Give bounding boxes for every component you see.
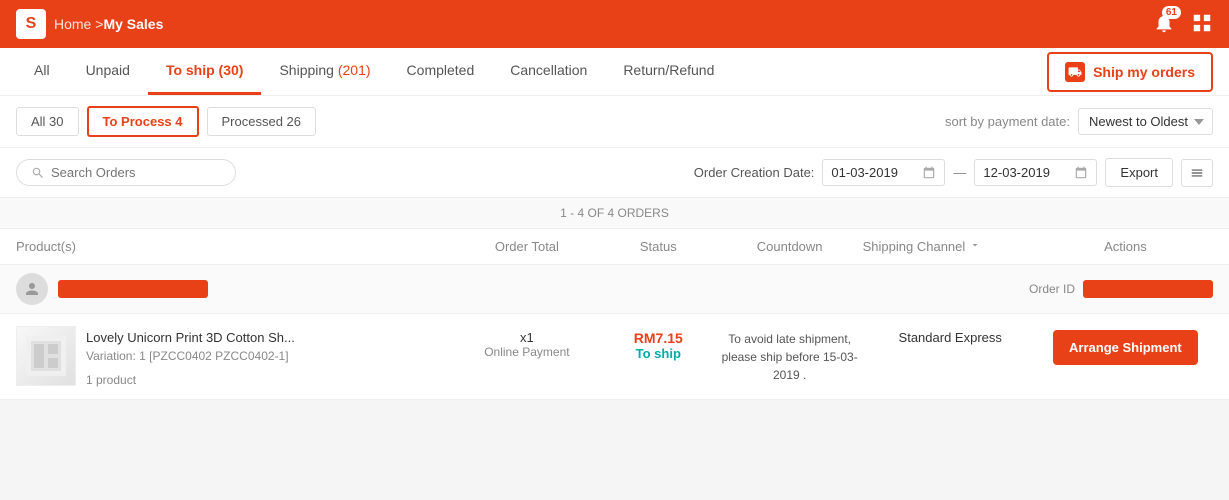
col-header-total: Order Total	[454, 239, 600, 254]
header-right: 61	[1153, 12, 1213, 37]
calendar-icon-to	[1074, 166, 1088, 180]
tab-refund[interactable]: Return/Refund	[605, 48, 732, 95]
tab-shipping[interactable]: Shipping (201)	[261, 48, 388, 95]
tab-cancellation[interactable]: Cancellation	[492, 48, 605, 95]
export-button[interactable]: Export	[1105, 158, 1173, 187]
sub-tabs-bar: All 30 To Process 4 Processed 26 sort by…	[0, 96, 1229, 148]
payment-type: Online Payment	[484, 345, 569, 359]
tab-completed[interactable]: Completed	[389, 48, 493, 95]
order-id-value	[1083, 280, 1213, 298]
header-left: S Home >My Sales	[16, 9, 163, 39]
notification-count: 61	[1162, 6, 1181, 19]
col-header-shipping: Shipping Channel	[863, 239, 1038, 254]
list-view-button[interactable]	[1181, 159, 1213, 187]
price-value: RM7.15	[634, 330, 683, 346]
product-name: Lovely Unicorn Print 3D Cotton Sh...	[86, 330, 295, 345]
calendar-icon-from	[922, 166, 936, 180]
grid-menu[interactable]	[1191, 12, 1213, 37]
date-right: Order Creation Date: — Export	[694, 158, 1213, 187]
order-row: Order ID Lovely Unicorn Print 3D Cotton …	[0, 265, 1229, 400]
total-column: x1 Online Payment	[454, 326, 600, 359]
shipping-column: Standard Express	[863, 326, 1038, 345]
table-header: Product(s) Order Total Status Countdown …	[0, 229, 1229, 265]
countdown-column: To avoid late shipment, please ship befo…	[717, 326, 863, 384]
product-info: Lovely Unicorn Print 3D Cotton Sh... Var…	[86, 326, 295, 387]
ship-icon	[1065, 62, 1085, 82]
shipping-sort-icon[interactable]	[969, 239, 981, 254]
orders-count-bar: 1 - 4 OF 4 ORDERS	[0, 198, 1229, 229]
arrange-shipment-button[interactable]: Arrange Shipment	[1053, 330, 1198, 365]
product-column: Lovely Unicorn Print 3D Cotton Sh... Var…	[16, 326, 454, 387]
breadcrumb: Home >My Sales	[54, 16, 163, 32]
seller-name-placeholder	[58, 280, 208, 298]
order-id-label: Order ID	[1029, 282, 1075, 296]
person-icon	[23, 280, 41, 298]
sort-select[interactable]: Newest to Oldest Oldest to Newest	[1078, 108, 1213, 135]
date-to-wrap	[974, 159, 1097, 186]
date-label: Order Creation Date:	[694, 165, 815, 180]
header: S Home >My Sales 61	[0, 0, 1229, 48]
order-row-content: Lovely Unicorn Print 3D Cotton Sh... Var…	[0, 314, 1229, 399]
grid-icon	[1191, 12, 1213, 34]
product-variation: Variation: 1 [PZCC0402 PZCC0402-1]	[86, 349, 295, 363]
sub-tabs-list: All 30 To Process 4 Processed 26	[16, 106, 316, 137]
ship-my-orders-button[interactable]: Ship my orders	[1047, 52, 1213, 92]
shipping-channel: Standard Express	[899, 330, 1002, 345]
orders-count-text: 1 - 4 OF 4 ORDERS	[560, 206, 669, 220]
sort-label: sort by payment date:	[945, 114, 1070, 129]
sub-tab-processed[interactable]: Processed 26	[207, 107, 317, 136]
notification-bell[interactable]: 61	[1153, 12, 1175, 37]
search-icon	[31, 166, 45, 180]
col-header-countdown: Countdown	[717, 239, 863, 254]
status-text: To ship	[636, 346, 681, 361]
breadcrumb-sep: >	[91, 16, 103, 32]
breadcrumb-home[interactable]: Home	[54, 16, 91, 32]
product-image-placeholder	[26, 336, 66, 376]
list-icon	[1190, 166, 1204, 180]
search-input[interactable]	[51, 165, 221, 180]
tabs-list: All Unpaid To ship (30) Shipping (201) C…	[16, 48, 732, 95]
product-count: 1 product	[86, 373, 295, 387]
tab-toship[interactable]: To ship (30)	[148, 48, 262, 95]
tab-all[interactable]: All	[16, 48, 68, 95]
product-thumbnail	[16, 326, 76, 386]
order-id-right: Order ID	[1029, 280, 1213, 298]
tab-unpaid[interactable]: Unpaid	[68, 48, 148, 95]
sub-tab-all30[interactable]: All 30	[16, 107, 79, 136]
date-from-wrap	[822, 159, 945, 186]
date-dash: —	[953, 165, 966, 180]
col-header-actions: Actions	[1038, 239, 1213, 254]
date-from-input[interactable]	[831, 165, 916, 180]
countdown-message: To avoid late shipment, please ship befo…	[717, 330, 863, 384]
date-to-input[interactable]	[983, 165, 1068, 180]
search-wrap	[16, 159, 236, 186]
tabs-bar: All Unpaid To ship (30) Shipping (201) C…	[0, 48, 1229, 96]
col-header-status: Status	[600, 239, 717, 254]
order-row-header: Order ID	[0, 265, 1229, 314]
search-date-bar: Order Creation Date: — Export	[0, 148, 1229, 198]
sort-controls: sort by payment date: Newest to Oldest O…	[945, 108, 1213, 135]
quantity: x1	[520, 330, 534, 345]
status-column: RM7.15 To ship	[600, 326, 717, 361]
actions-column: Arrange Shipment	[1038, 326, 1213, 365]
breadcrumb-current: My Sales	[103, 16, 163, 32]
col-header-products: Product(s)	[16, 239, 454, 254]
seller-avatar	[16, 273, 48, 305]
sub-tab-toprocess[interactable]: To Process 4	[87, 106, 199, 137]
shopee-logo: S	[16, 9, 46, 39]
